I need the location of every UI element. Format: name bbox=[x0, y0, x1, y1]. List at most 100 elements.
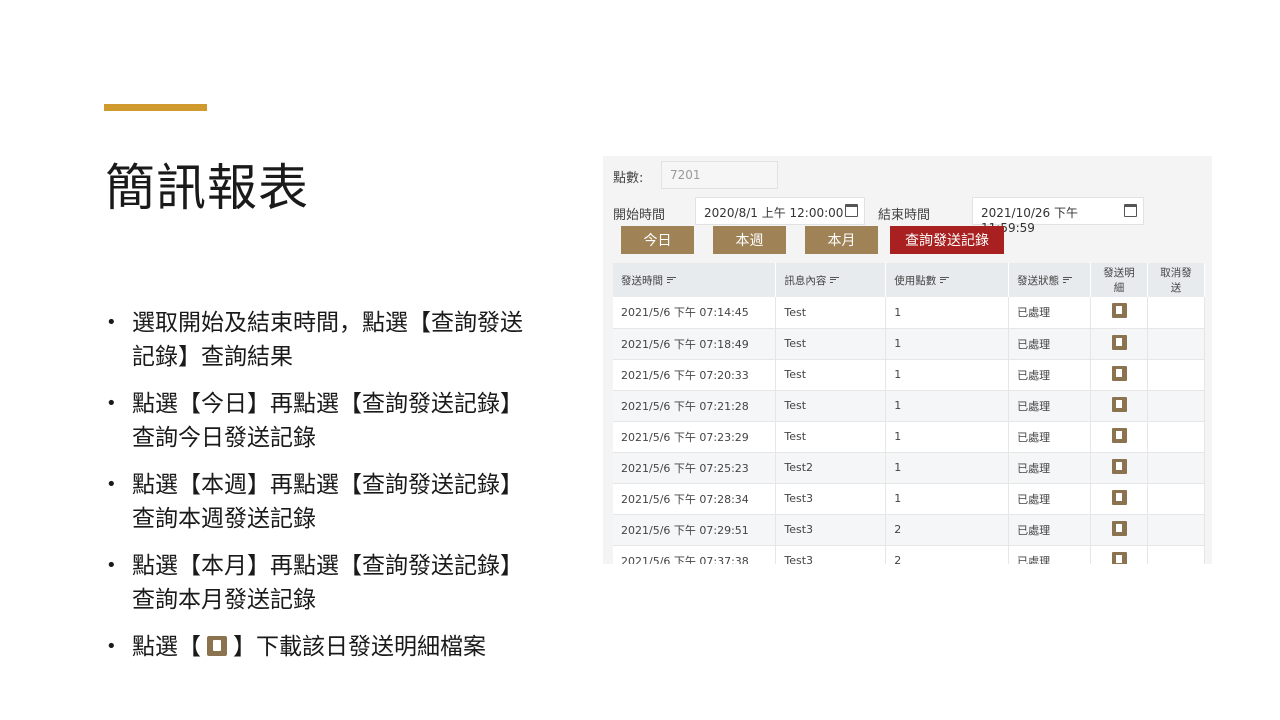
table-row: 2021/5/6 下午 07:18:49 Test 1 已處理 bbox=[613, 328, 1205, 360]
points-field: 7201 bbox=[661, 161, 778, 189]
detail-cell bbox=[1090, 483, 1148, 515]
table-row: 2021/5/6 下午 07:23:29 Test 1 已處理 bbox=[613, 421, 1205, 453]
download-detail-icon[interactable] bbox=[1111, 489, 1127, 505]
download-detail-icon[interactable] bbox=[1111, 334, 1127, 350]
table-cell: 2021/5/6 下午 07:18:49 bbox=[613, 328, 777, 360]
table-cell: 1 bbox=[885, 297, 1010, 329]
instruction-item: • 點選【本月】再點選【查詢發送記錄】查詢本月發送記錄 bbox=[106, 553, 523, 613]
table-cell: 已處理 bbox=[1008, 328, 1092, 360]
detail-cell bbox=[1090, 452, 1148, 484]
instruction-item: • 點選【 】下載該日發送明細檔案 bbox=[106, 634, 486, 660]
download-detail-icon[interactable] bbox=[1111, 396, 1127, 412]
end-time-input[interactable]: 2021/10/26 下午 11:59:59 bbox=[972, 197, 1144, 235]
calendar-icon[interactable] bbox=[1124, 204, 1137, 217]
detail-cell bbox=[1090, 297, 1148, 329]
download-detail-icon[interactable] bbox=[1111, 551, 1127, 564]
table-cell: 1 bbox=[885, 421, 1010, 453]
records-table-container: 發送時間 訊息內容 使用點數 發送狀態 發送明細 取消發送 2021/5/6 下… bbox=[613, 263, 1205, 564]
table-cell: 2021/5/6 下午 07:28:34 bbox=[613, 483, 777, 515]
detail-cell bbox=[1090, 545, 1148, 564]
cancel-cell bbox=[1147, 359, 1205, 391]
sort-icon[interactable] bbox=[667, 276, 676, 284]
cancel-cell bbox=[1147, 514, 1205, 546]
slide-title: 簡訊報表 bbox=[105, 159, 309, 217]
table-cell: Test bbox=[775, 328, 887, 360]
cancel-cell bbox=[1147, 545, 1205, 564]
table-cell: Test bbox=[775, 359, 887, 391]
sms-report-screenshot: 點數: 7201 開始時間 2020/8/1 上午 12:00:00 結束時間 … bbox=[603, 156, 1212, 564]
detail-cell bbox=[1090, 514, 1148, 546]
this-month-button[interactable]: 本月 bbox=[805, 226, 878, 254]
table-cell: 2021/5/6 下午 07:37:38 bbox=[613, 545, 777, 564]
instruction-item: • 點選【本週】再點選【查詢發送記錄】查詢本週發送記錄 bbox=[106, 472, 523, 532]
table-cell: Test bbox=[775, 297, 887, 329]
calendar-icon[interactable] bbox=[845, 204, 858, 217]
table-cell: Test3 bbox=[775, 545, 887, 564]
table-body: 2021/5/6 下午 07:14:45 Test 1 已處理 2021/5/6 下午 … bbox=[613, 297, 1205, 564]
table-cell: Test3 bbox=[775, 483, 887, 515]
cancel-cell bbox=[1147, 483, 1205, 515]
column-header[interactable]: 使用點數 bbox=[885, 263, 1010, 297]
download-detail-icon[interactable] bbox=[1111, 427, 1127, 443]
detail-cell bbox=[1090, 359, 1148, 391]
download-detail-icon[interactable] bbox=[1111, 458, 1127, 474]
start-time-label: 開始時間 bbox=[613, 208, 666, 223]
instruction-item: • 點選【今日】再點選【查詢發送記錄】查詢今日發送記錄 bbox=[106, 391, 523, 451]
sort-icon[interactable] bbox=[830, 276, 840, 284]
table-cell: 2021/5/6 下午 07:14:45 bbox=[613, 297, 777, 329]
query-records-button[interactable]: 查詢發送記錄 bbox=[890, 226, 1004, 254]
table-cell: 2021/5/6 下午 07:29:51 bbox=[613, 514, 777, 546]
column-header[interactable]: 訊息內容 bbox=[775, 263, 887, 297]
instruction-item: • 選取開始及結束時間，點選【查詢發送記錄】查詢結果 bbox=[106, 310, 523, 370]
column-header: 取消發送 bbox=[1147, 263, 1205, 297]
column-header[interactable]: 發送狀態 bbox=[1008, 263, 1092, 297]
table-cell: 2021/5/6 下午 07:20:33 bbox=[613, 359, 777, 391]
today-button[interactable]: 今日 bbox=[621, 226, 694, 254]
column-header[interactable]: 發送時間 bbox=[613, 263, 777, 297]
download-detail-icon[interactable] bbox=[1111, 365, 1127, 381]
cancel-cell bbox=[1147, 421, 1205, 453]
table-cell: 2021/5/6 下午 07:23:29 bbox=[613, 421, 777, 453]
title-accent-bar bbox=[104, 104, 207, 111]
table-cell: 1 bbox=[885, 328, 1010, 360]
cancel-cell bbox=[1147, 297, 1205, 329]
detail-cell bbox=[1090, 421, 1148, 453]
table-row: 2021/5/6 下午 07:29:51 Test3 2 已處理 bbox=[613, 514, 1205, 546]
table-cell: 已處理 bbox=[1008, 359, 1092, 391]
table-cell: 已處理 bbox=[1008, 452, 1092, 484]
table-cell: 1 bbox=[885, 452, 1010, 484]
records-table: 發送時間 訊息內容 使用點數 發送狀態 發送明細 取消發送 2021/5/6 下… bbox=[613, 263, 1205, 564]
points-label: 點數: bbox=[613, 171, 644, 186]
table-cell: Test2 bbox=[775, 452, 887, 484]
table-row: 2021/5/6 下午 07:25:23 Test2 1 已處理 bbox=[613, 452, 1205, 484]
sort-icon[interactable] bbox=[1063, 276, 1073, 284]
table-cell: 已處理 bbox=[1008, 514, 1092, 546]
column-header: 發送明細 bbox=[1090, 263, 1148, 297]
table-row: 2021/5/6 下午 07:21:28 Test 1 已處理 bbox=[613, 390, 1205, 422]
table-cell: 2021/5/6 下午 07:25:23 bbox=[613, 452, 777, 484]
this-week-button[interactable]: 本週 bbox=[713, 226, 786, 254]
start-time-input[interactable]: 2020/8/1 上午 12:00:00 bbox=[695, 197, 865, 225]
table-cell: 1 bbox=[885, 390, 1010, 422]
detail-cell bbox=[1090, 328, 1148, 360]
table-cell: 1 bbox=[885, 483, 1010, 515]
table-cell: 已處理 bbox=[1008, 421, 1092, 453]
table-row: 2021/5/6 下午 07:20:33 Test 1 已處理 bbox=[613, 359, 1205, 391]
table-cell: 2 bbox=[885, 514, 1010, 546]
table-header-row: 發送時間 訊息內容 使用點數 發送狀態 發送明細 取消發送 bbox=[613, 263, 1205, 297]
table-cell: 已處理 bbox=[1008, 483, 1092, 515]
table-cell: 已處理 bbox=[1008, 390, 1092, 422]
table-row: 2021/5/6 下午 07:14:45 Test 1 已處理 bbox=[613, 297, 1205, 329]
table-cell: 1 bbox=[885, 359, 1010, 391]
cancel-cell bbox=[1147, 390, 1205, 422]
table-cell: 2 bbox=[885, 545, 1010, 564]
sort-icon[interactable] bbox=[940, 276, 950, 284]
table-cell: 已處理 bbox=[1008, 297, 1092, 329]
end-time-label: 結束時間 bbox=[878, 208, 931, 223]
table-row: 2021/5/6 下午 07:28:34 Test3 1 已處理 bbox=[613, 483, 1205, 515]
download-detail-icon[interactable] bbox=[1111, 520, 1127, 536]
table-cell: Test bbox=[775, 390, 887, 422]
download-detail-icon[interactable] bbox=[1111, 303, 1127, 319]
document-icon bbox=[207, 636, 227, 656]
table-cell: 2021/5/6 下午 07:21:28 bbox=[613, 390, 777, 422]
